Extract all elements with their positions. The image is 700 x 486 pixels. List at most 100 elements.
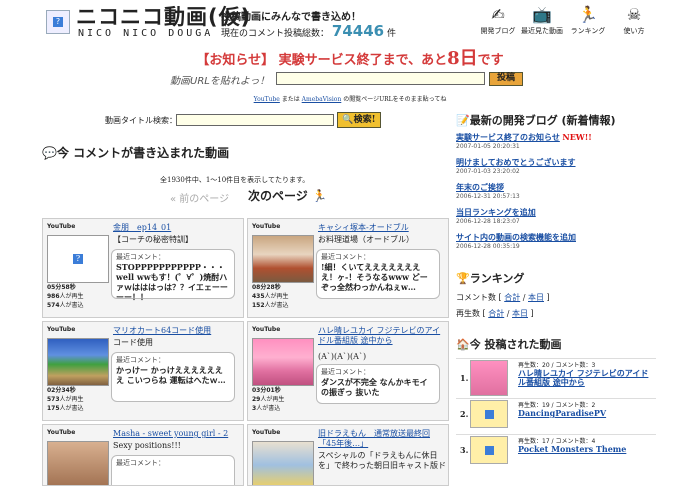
video-thumbnail[interactable] [47,441,109,485]
video-title-link[interactable]: Masha - sweet young girl - 2 [113,429,241,439]
posted-thumbnail[interactable] [470,400,508,428]
logo-icon[interactable]: ? [46,10,70,34]
ranking-heading: 🏆ランキング [456,270,524,286]
ameba-link[interactable]: AmebaVision [302,96,342,103]
video-source: YouTube [47,429,76,436]
video-source: YouTube [252,223,281,230]
search-input[interactable] [176,114,334,126]
video-duration: 03分01秒 [252,387,281,394]
blog-entry: 年末のご挨拶 2006-12-31 20:57:13 [456,182,636,200]
blog-entry: サイト内の動画の検索機能を追加 2006-12-28 00:35:19 [456,232,636,250]
video-card: YouTube キャシィ塚本-オードブル お料理道場（オードブル） 最近コメント… [247,218,449,318]
ranking-views-today-link[interactable]: 本日 [512,309,528,318]
ranking-comments-today-link[interactable]: 本日 [528,293,544,302]
video-description: コード使用 [113,338,153,347]
blog-entry-link[interactable]: 実験サービス終了のお知らせ [456,132,560,142]
video-card: YouTube Masha - sweet young girl - 2 Sex… [42,424,244,486]
comments-suffix: 人が書込 [256,405,281,412]
heading-text: 最新の開発ブログ (新着情報) [469,114,616,127]
posted-title-link[interactable]: DancingParadisePV [518,409,656,418]
video-title-link[interactable]: マリオカート64コード使用 [113,326,241,336]
ranking-views-total-link[interactable]: 合計 [488,309,504,318]
trophy-icon: 🏆 [456,272,470,285]
posted-video-item: 1. 再生数：20 / コメント数：3 ハレ晴レユカイ フジテレビのアイドル番組… [456,358,656,396]
view-count: 573 [47,396,60,403]
blog-entry: 明けましておめでとうございます 2007-01-03 23:20:02 [456,157,636,175]
video-title-link[interactable]: 金朋 ep14_01 [113,223,241,233]
video-duration: 05分58秒 [47,284,76,291]
notice-days: 8日 [447,48,478,69]
count-prefix: 現在のコメント投稿総数： [221,29,330,39]
youtube-link[interactable]: YouTube [254,96,280,103]
comment-text: !細！くいてええええええええ！ヶ-！そうなるwww どーぞっ全然わっかんねぇw… [321,262,428,292]
video-thumbnail[interactable]: ? [47,235,109,283]
video-duration: 08分28秒 [252,284,281,291]
video-description: (A`)(A`)(A`) [318,352,367,361]
prev-page-link: « 前のページ [170,194,230,205]
comments-suffix: 人が書込 [59,405,84,412]
views-suffix: 人が再生 [59,293,84,300]
nav-recent-videos[interactable]: 📺 最近見た動画 [520,4,564,40]
comment-box: 最近コメント： かっけー かっけえええええええ こいつらね 運転はへたｗ… [111,352,235,402]
nav-ranking[interactable]: 🏃 ランキング [566,4,610,40]
heading-text: 今 投稿された動画 [469,338,562,351]
video-thumbnail[interactable] [252,235,314,283]
video-duration: 02分34秒 [47,387,76,394]
blog-date: 2007-01-03 23:20:02 [456,168,520,175]
house-icon: 🏠 [456,338,470,351]
video-thumbnail[interactable] [252,441,314,485]
site-logo-sub: NICO NICO DOUGA [78,28,214,39]
service-notice: 【お知らせ】 実験サービス終了まで、あと8日です [0,44,700,70]
comment-label: 最近コメント： [321,368,370,376]
posted-title-link[interactable]: ハレ晴レユカイ フジテレビのアイドル番組版 途中から [518,369,656,387]
posted-title-link[interactable]: Pocket Monsters Theme [518,445,656,454]
recent-videos-icon: 📺 [532,5,552,24]
count-suffix: 件 [386,29,396,39]
video-description: スペシャルの「ドラえもんに休日を」で終わった朝日旧キャスト版ド [318,451,446,470]
blog-entry-link[interactable]: 年末のご挨拶 [456,182,504,192]
heading-text: 今 コメントが書き込まれた動画 [56,146,230,160]
video-source: YouTube [47,326,76,333]
url-hint: YouTube または AmebaVision の閲覧ページURLをそのまま貼っ… [0,94,700,103]
ranking-icon: 🏃 [578,5,598,24]
prev-label: 前のページ [179,194,230,205]
views-suffix: 人が再生 [264,293,289,300]
nav-label: 最近見た動画 [521,27,563,35]
post-button[interactable]: 投稿 [489,72,523,86]
url-input[interactable] [276,72,485,85]
search-button[interactable]: 🔍検索! [337,112,381,128]
video-card: YouTube ハレ晴レユカイ フジテレビのアイドル番組版 途中から (A`)(… [247,321,449,421]
nav-help[interactable]: ☠ 使い方 [612,4,656,40]
search-label: 動画タイトル検索： [105,116,177,125]
notice-suffix: です [477,53,504,68]
video-source: YouTube [252,326,281,333]
video-thumbnail[interactable] [252,338,314,386]
video-title-link[interactable]: キャシィ塚本-オードブル [318,223,446,233]
posted-thumbnail[interactable] [470,436,508,464]
comment-text: STOPPPPPPPPPPP・・・well wwもす！(゜∀゜)焼酎ハァｗははは… [116,262,228,302]
posted-rank: 2. [460,409,469,419]
video-title-link[interactable]: 旧ドラえもん 通常放送最終回「45年後…」 [318,429,446,449]
video-description: Sexy positions!!! [113,441,181,450]
video-description: お料理道場（オードブル） [318,235,414,244]
video-title-link[interactable]: ハレ晴レユカイ フジテレビのアイドル番組版 途中から [318,326,446,346]
blog-date: 2007-01-05 20:20:31 [456,143,520,150]
video-source: YouTube [47,223,76,230]
comment-text: かっけー かっけえええええええ こいつらね 運転はへたｗ… [116,365,226,385]
next-page-link[interactable]: 次のページ 🏃 [248,187,327,204]
blog-entry-link[interactable]: 当日ランキングを追加 [456,207,536,217]
comments-suffix: 人が書込 [264,302,289,309]
blog-entry-link[interactable]: 明けましておめでとうございます [456,157,576,167]
ranking-comments-total-link[interactable]: 合計 [504,293,520,302]
nav-label: 使い方 [623,27,645,35]
blog-entry-link[interactable]: サイト内の動画の検索機能を追加 [456,232,576,242]
nav-dev-blog[interactable]: ✍ 開発ブログ [476,4,520,40]
video-meta: 08分28秒 435人が再生 152人が書込 [252,283,289,310]
blog-date: 2006-12-28 18:23:07 [456,218,520,225]
video-thumbnail[interactable] [47,338,109,386]
search-icon: 🔍 [342,115,354,125]
comments-suffix: 人が書込 [59,302,84,309]
video-meta: 03分01秒 29人が再生 3人が書込 [252,386,284,413]
video-meta: 05分58秒 986人が再生 574人が書込 [47,283,84,310]
posted-thumbnail[interactable] [470,360,508,396]
